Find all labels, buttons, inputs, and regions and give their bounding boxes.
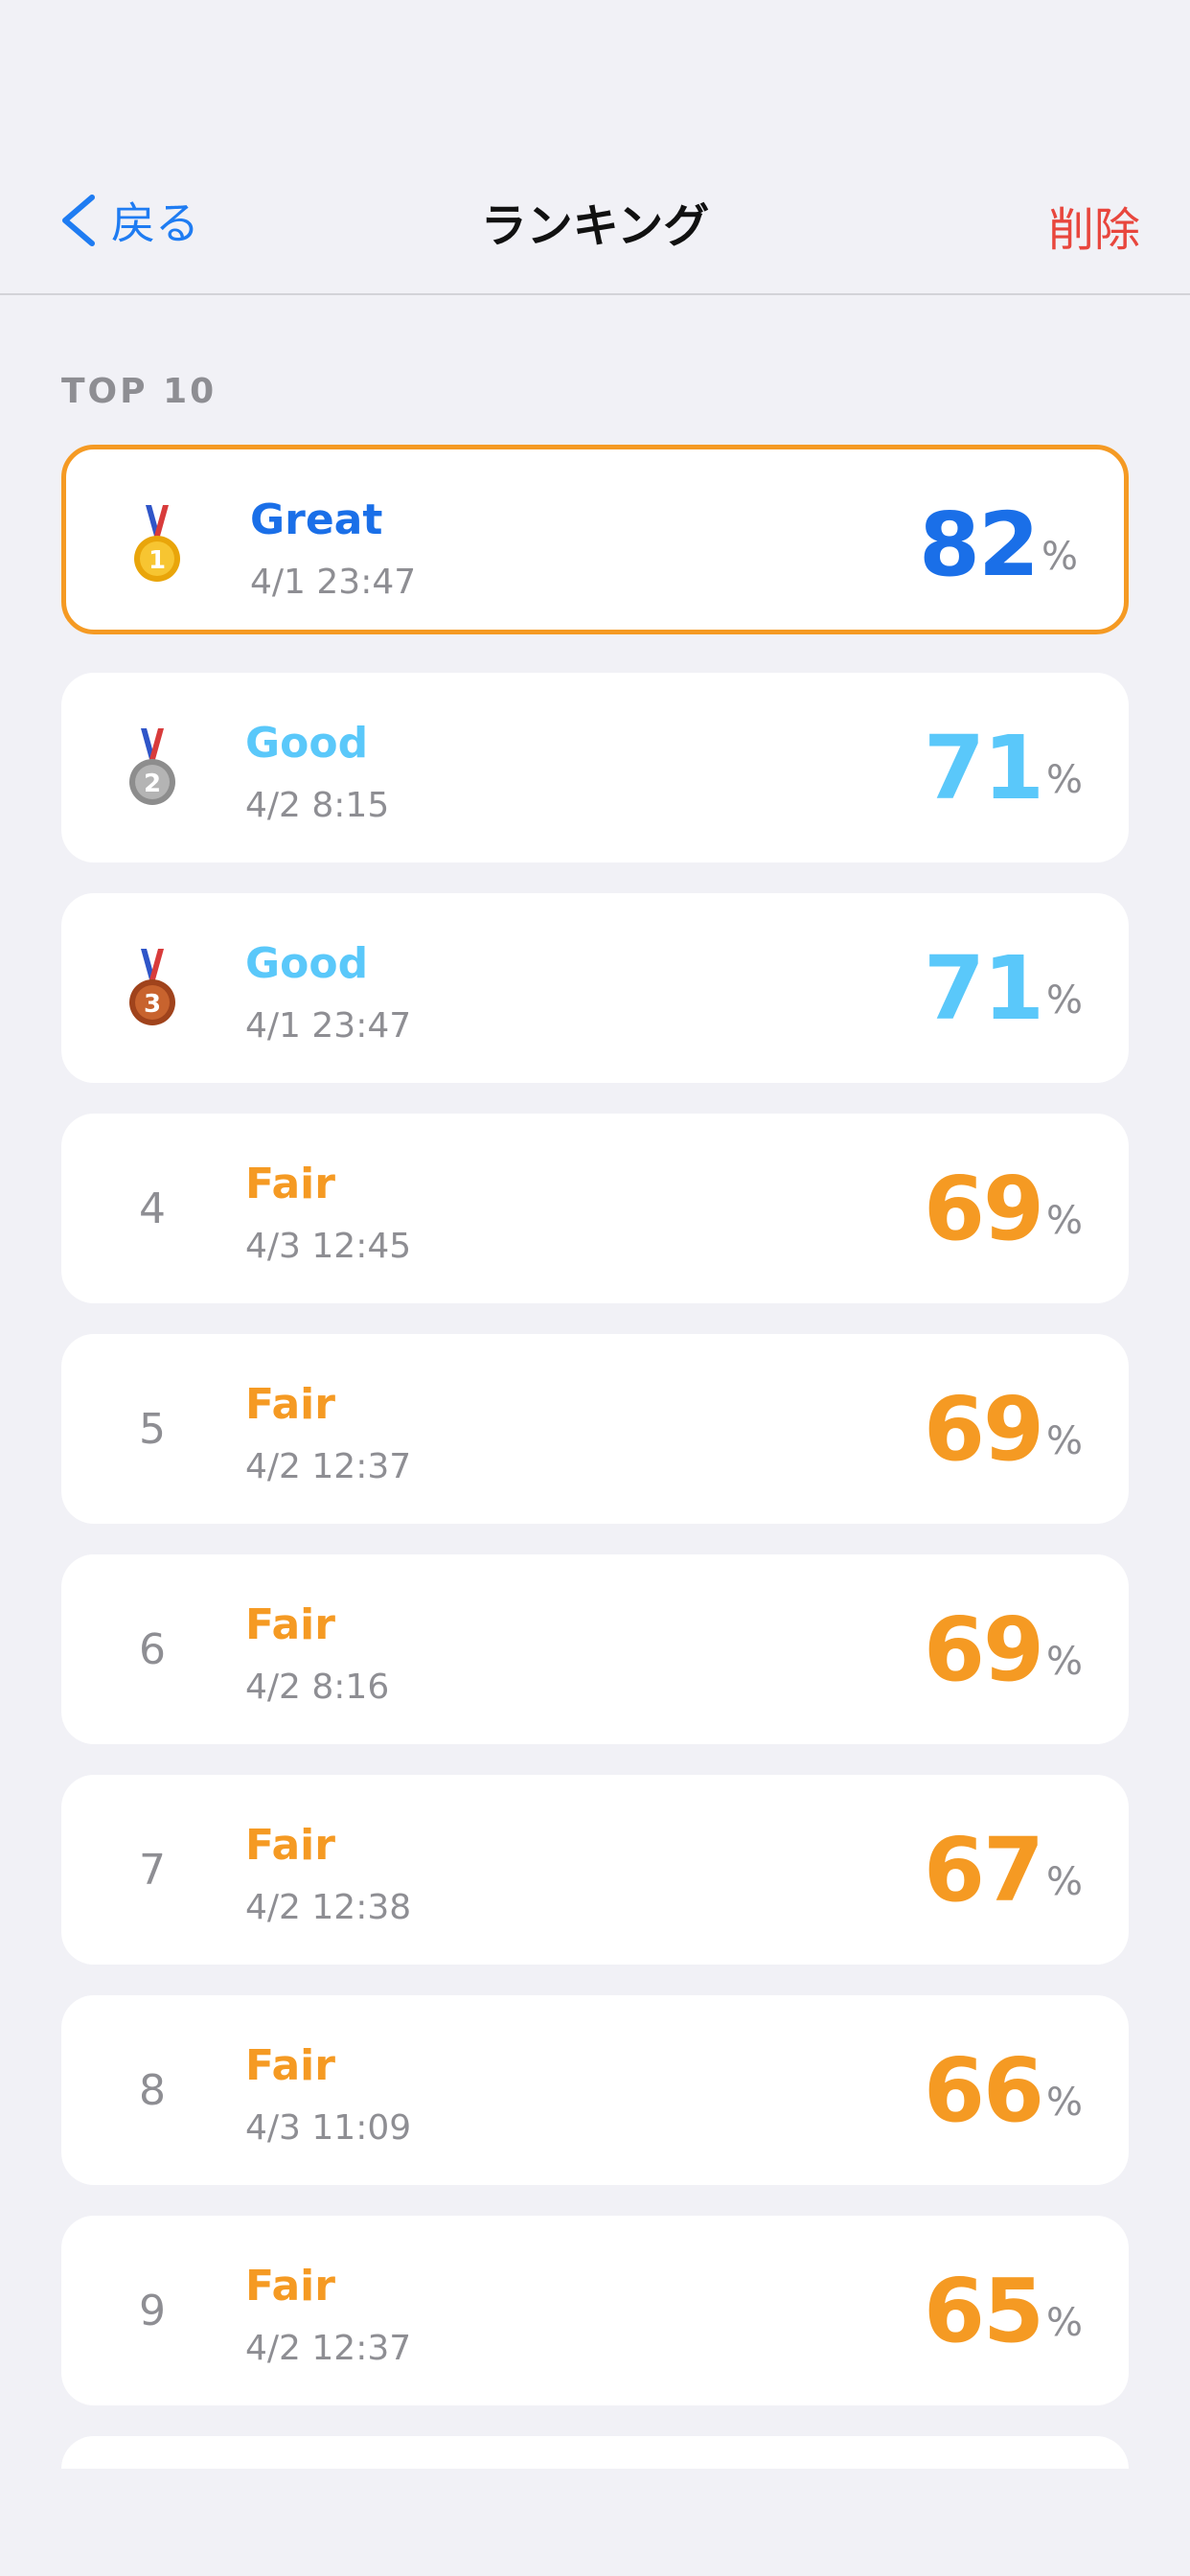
ranking-row-4[interactable]: 4 Fair 4/3 12:45 69 % [61, 1114, 1129, 1303]
delete-button[interactable]: 削除 [1048, 192, 1140, 259]
percent-sign: % [1045, 978, 1083, 1023]
ranking-row-9[interactable]: 9 Fair 4/2 12:37 65 % [61, 2216, 1129, 2405]
grade-label: Great [250, 495, 383, 544]
ranking-row-8[interactable]: 8 Fair 4/3 11:09 66 % [61, 1995, 1129, 2185]
score: 66 % [924, 1995, 1083, 2185]
svg-text:3: 3 [144, 990, 161, 1019]
grade-label: Good [245, 719, 369, 768]
percent-sign: % [1045, 2081, 1083, 2125]
rank-number: 4 [139, 1184, 166, 1233]
grade-label: Fair [245, 1821, 335, 1870]
date-label: 4/2 12:37 [245, 2329, 412, 2368]
ranking-row-10-partial[interactable] [61, 2436, 1129, 2469]
ranking-row-2[interactable]: 2 Good 4/2 8:15 71 % [61, 673, 1129, 862]
rank-number: 7 [139, 1845, 166, 1895]
score: 67 % [924, 1775, 1083, 1965]
score-value: 71 [923, 716, 1044, 819]
rank-number: 5 [139, 1404, 166, 1454]
score: 65 % [924, 2216, 1083, 2405]
grade-label: Fair [245, 2041, 335, 2090]
percent-sign: % [1045, 1640, 1083, 1684]
percent-sign: % [1045, 758, 1083, 802]
ranking-list[interactable]: 1 Great 4/1 23:47 82 % 2 Good 4/2 8:15 7… [61, 445, 1129, 2469]
grade-label: Fair [245, 1160, 335, 1208]
rank-number: 8 [139, 2065, 166, 2115]
grade-label: Fair [245, 2262, 335, 2311]
score: 69 % [924, 1114, 1083, 1303]
silver-medal-icon: 2 [129, 728, 175, 805]
grade-label: Fair [245, 1380, 335, 1429]
ranking-screen: 戻る ランキング 削除 TOP 10 1 Great 4/1 23:47 82 [0, 0, 1190, 2576]
rank-number: 9 [139, 2286, 166, 2335]
date-label: 4/1 23:47 [250, 563, 417, 602]
grade-label: Fair [245, 1600, 335, 1649]
percent-sign: % [1045, 2301, 1083, 2345]
svg-text:1: 1 [149, 546, 166, 575]
score-value: 66 [923, 2038, 1044, 2142]
date-label: 4/2 12:37 [245, 1447, 412, 1486]
ranking-row-3[interactable]: 3 Good 4/1 23:47 71 % [61, 893, 1129, 1083]
rank-number: 6 [139, 1624, 166, 1674]
score: 69 % [924, 1334, 1083, 1524]
date-label: 4/2 8:15 [245, 786, 390, 825]
score-value: 69 [923, 1157, 1044, 1260]
rank-badge: 3 [100, 893, 205, 1083]
percent-sign: % [1045, 1199, 1083, 1243]
bronze-medal-icon: 3 [129, 949, 175, 1025]
score: 69 % [924, 1554, 1083, 1744]
status-bar [0, 0, 1190, 144]
percent-sign: % [1045, 1419, 1083, 1463]
score-value: 69 [923, 1598, 1044, 1701]
date-label: 4/3 12:45 [245, 1227, 412, 1266]
score: 71 % [924, 673, 1083, 862]
date-label: 4/3 11:09 [245, 2108, 412, 2148]
score: 71 % [924, 893, 1083, 1083]
ranking-row-6[interactable]: 6 Fair 4/2 8:16 69 % [61, 1554, 1129, 1744]
percent-sign: % [1045, 1860, 1083, 1904]
ranking-row-7[interactable]: 7 Fair 4/2 12:38 67 % [61, 1775, 1129, 1965]
grade-label: Good [245, 939, 369, 988]
percent-sign: % [1041, 535, 1078, 579]
section-header: TOP 10 [61, 372, 217, 411]
ranking-row-1[interactable]: 1 Great 4/1 23:47 82 % [61, 445, 1129, 634]
date-label: 4/2 8:16 [245, 1668, 390, 1707]
score-value: 67 [923, 1818, 1044, 1921]
navigation-bar: 戻る ランキング 削除 [0, 144, 1190, 295]
score: 82 % [919, 449, 1078, 639]
ranking-row-5[interactable]: 5 Fair 4/2 12:37 69 % [61, 1334, 1129, 1524]
gold-medal-icon: 1 [134, 505, 180, 582]
date-label: 4/1 23:47 [245, 1006, 412, 1046]
svg-text:2: 2 [144, 770, 161, 798]
date-label: 4/2 12:38 [245, 1888, 412, 1927]
page-title: ランキング [480, 199, 710, 253]
score-value: 69 [923, 1377, 1044, 1481]
rank-badge: 1 [104, 449, 210, 639]
score-value: 82 [918, 493, 1040, 596]
score-value: 71 [923, 936, 1044, 1040]
score-value: 65 [923, 2259, 1044, 2362]
rank-badge: 2 [100, 673, 205, 862]
